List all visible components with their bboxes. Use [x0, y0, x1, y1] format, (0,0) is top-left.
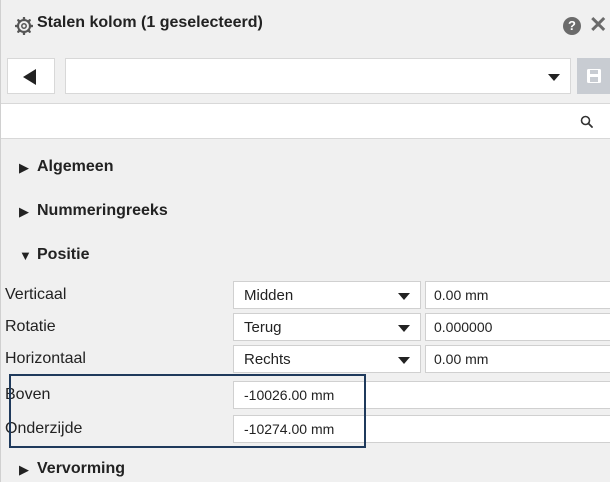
rotatie-dropdown[interactable]: Terug [233, 313, 421, 341]
section-nummeringreeks[interactable]: ▶ Nummeringreeks [1, 192, 610, 232]
property-row-rotatie: Rotatie Terug 0.000000 [1, 312, 610, 342]
section-label: Nummeringreeks [37, 202, 168, 219]
dropdown-value: Rechts [244, 351, 291, 368]
section-label: Vervorming [37, 460, 126, 477]
field-value: 0.00 mm [434, 287, 489, 303]
verticaal-dropdown[interactable]: Midden [233, 281, 421, 309]
property-label: Horizontaal [5, 350, 86, 367]
highlight-annotation [9, 374, 366, 448]
chevron-down-icon [398, 293, 410, 300]
chevron-down-icon [548, 74, 560, 81]
back-button[interactable] [7, 58, 55, 94]
property-row-verticaal: Verticaal Midden 0.00 mm [1, 280, 610, 310]
property-label: Rotatie [5, 318, 56, 335]
dropdown-value: Midden [244, 287, 294, 304]
dropdown-value: Terug [244, 319, 282, 336]
close-icon[interactable]: ✕ [589, 13, 607, 37]
search-icon [580, 115, 593, 128]
section-positie[interactable]: ▼ Positie [1, 236, 610, 276]
rotatie-angle-field[interactable]: 0.000000 [425, 313, 610, 341]
panel-title: Stalen kolom (1 geselecteerd) [37, 14, 263, 31]
caret-right-icon: ▶ [19, 204, 29, 219]
properties-panel: Stalen kolom (1 geselecteerd) ? ✕ ▶ Alge… [0, 0, 610, 482]
gear-icon [15, 17, 33, 35]
field-value: 0.00 mm [434, 351, 489, 367]
property-label: Verticaal [5, 286, 67, 303]
triangle-left-icon [23, 69, 36, 85]
property-row-horizontaal: Horizontaal Rechts 0.00 mm [1, 344, 610, 374]
caret-right-icon: ▶ [19, 160, 29, 175]
field-value: 0.000000 [434, 319, 493, 335]
section-algemeen[interactable]: ▶ Algemeen [1, 148, 610, 188]
horizontaal-dropdown[interactable]: Rechts [233, 345, 421, 373]
caret-down-icon: ▼ [19, 248, 32, 263]
save-preset-button[interactable] [577, 58, 610, 94]
horizontaal-offset-field[interactable]: 0.00 mm [425, 345, 610, 373]
caret-right-icon: ▶ [19, 462, 29, 477]
search-input[interactable] [1, 103, 610, 139]
help-icon[interactable]: ? [563, 17, 581, 35]
verticaal-offset-field[interactable]: 0.00 mm [425, 281, 610, 309]
preset-dropdown[interactable] [65, 58, 571, 94]
section-vervorming[interactable]: ▶ Vervorming [1, 450, 610, 482]
chevron-down-icon [398, 325, 410, 332]
panel-titlebar: Stalen kolom (1 geselecteerd) ? ✕ [1, 0, 610, 52]
section-label: Positie [37, 246, 90, 263]
chevron-down-icon [398, 357, 410, 364]
section-label: Algemeen [37, 158, 114, 175]
save-icon [587, 69, 601, 83]
